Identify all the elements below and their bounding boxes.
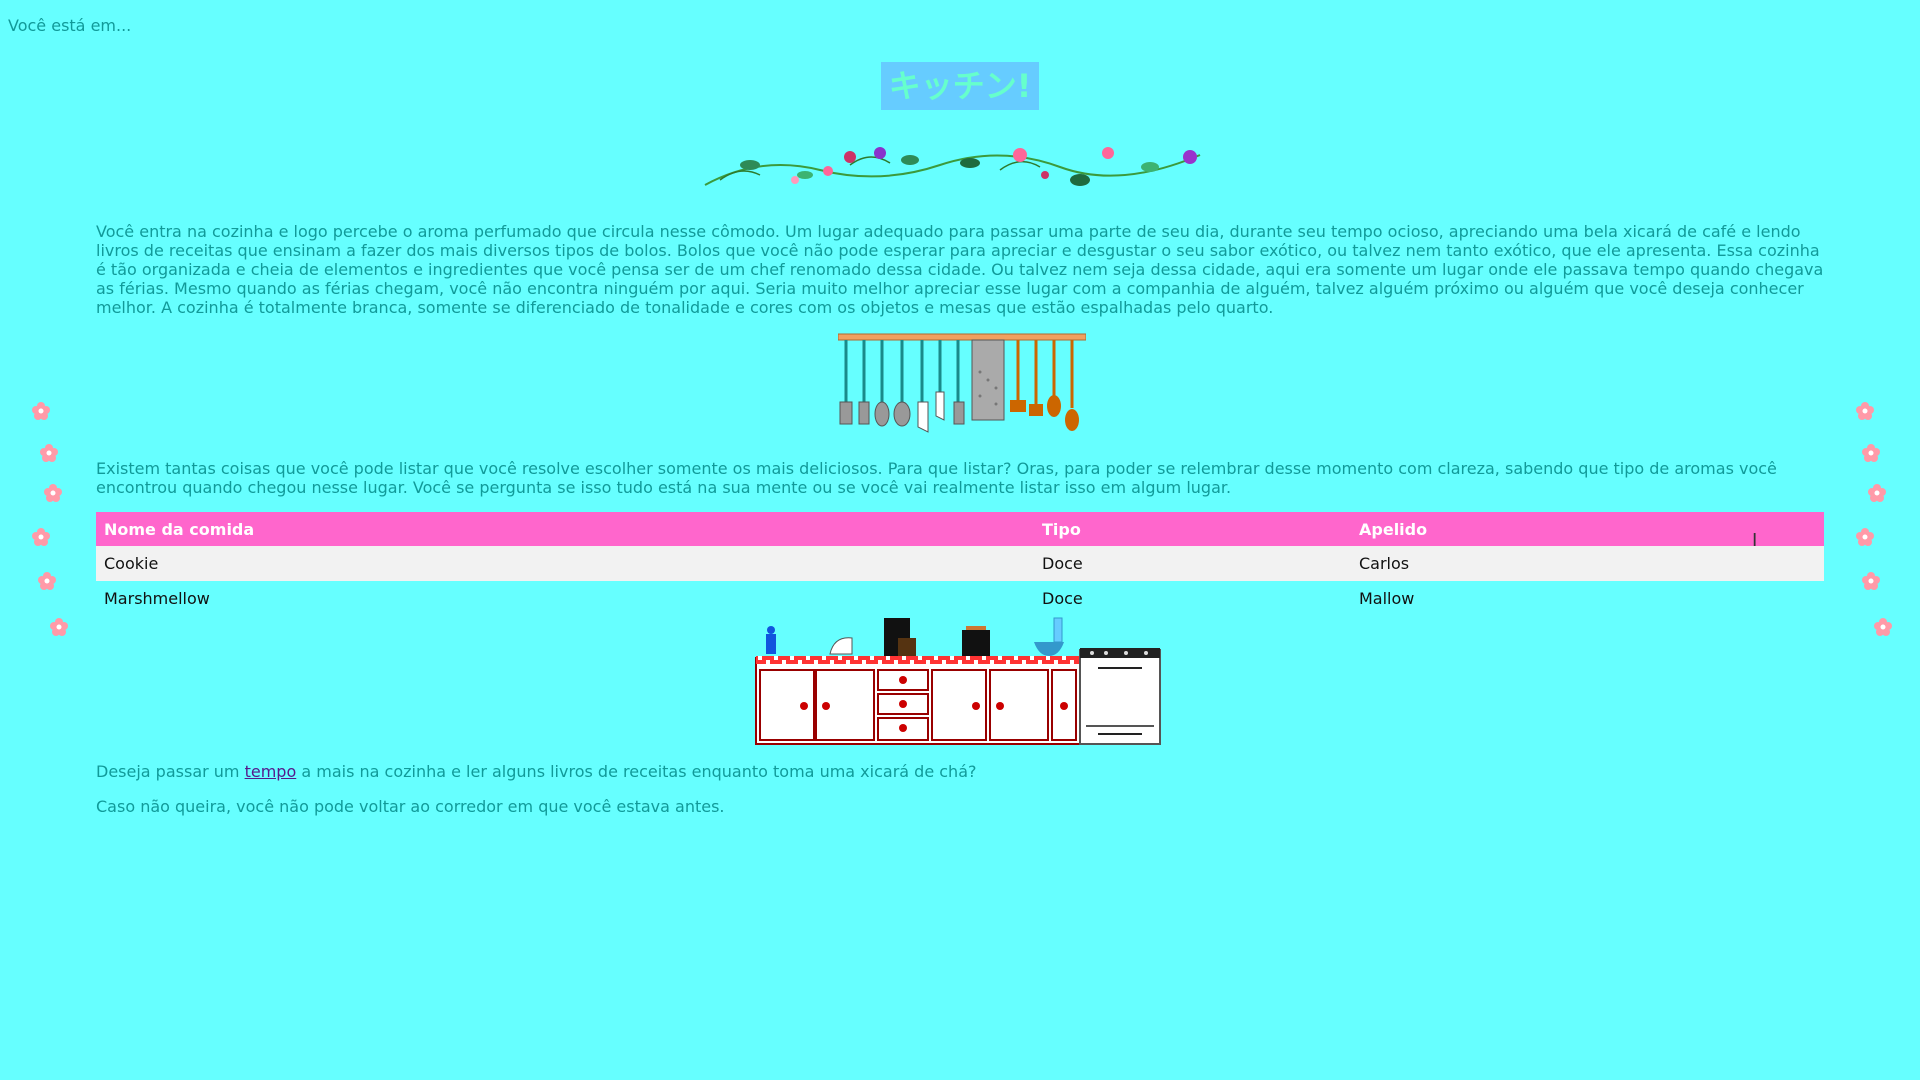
table-cell: Doce	[1042, 589, 1083, 608]
flower-vine-decoration	[704, 147, 1201, 186]
page-title: キッチン!	[880, 62, 1040, 110]
header-type: Tipo	[1034, 512, 1351, 546]
table-header-row: Nome da comida Tipo Apelido	[96, 512, 1824, 546]
table-cell: Marshmellow	[104, 589, 210, 608]
table-cell: Mallow	[1359, 589, 1415, 608]
pink-flower-icon	[1856, 528, 1874, 546]
header-food-name: Nome da comida	[96, 512, 1034, 546]
question-text-after: a mais na cozinha e ler alguns livros de…	[296, 762, 977, 781]
pink-flower-icon	[1862, 444, 1880, 462]
table-row: Cookie Doce Carlos	[96, 546, 1824, 581]
pink-flower-icon	[32, 402, 50, 420]
table-cell: Cookie	[96, 546, 1034, 581]
table-row: Marshmellow Doce Mallow	[96, 581, 1824, 616]
pink-flower-icon	[1868, 484, 1886, 502]
intro-paragraph: Você entra na cozinha e logo percebe o a…	[96, 222, 1824, 317]
table-cell: Doce	[1034, 546, 1351, 581]
pink-flower-icon	[40, 444, 58, 462]
tempo-link[interactable]: tempo	[245, 762, 297, 781]
breadcrumb: Você está em...	[8, 16, 132, 35]
page-title-wrap: キッチン!	[0, 62, 1920, 110]
question-paragraph: Deseja passar um tempo a mais na cozinha…	[96, 762, 976, 781]
pink-flower-icon	[32, 528, 50, 546]
kitchen-counter-illustration	[755, 617, 1161, 745]
pink-flower-icon	[1874, 618, 1892, 636]
question-text-before: Deseja passar um	[96, 762, 245, 781]
food-table: Nome da comida Tipo Apelido Cookie Doce …	[96, 512, 1824, 616]
hanging-utensils-illustration	[838, 333, 1086, 433]
pink-flower-icon	[44, 484, 62, 502]
pink-flower-icon	[1862, 572, 1880, 590]
table-cell: Carlos	[1351, 546, 1824, 581]
pink-flower-icon	[38, 572, 56, 590]
pink-flower-icon	[1856, 402, 1874, 420]
closing-paragraph: Caso não queira, você não pode voltar ao…	[96, 797, 725, 816]
list-intro-paragraph: Existem tantas coisas que você pode list…	[96, 459, 1777, 497]
text-cursor-icon: I	[1752, 530, 1758, 551]
pink-flower-icon	[50, 618, 68, 636]
